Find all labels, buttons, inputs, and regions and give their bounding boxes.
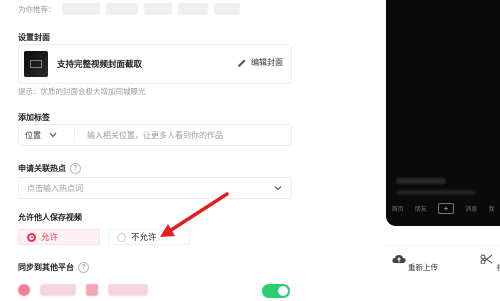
recommend-row: 为你推荐： bbox=[18, 1, 240, 17]
radio-disallow-label: 不允许 bbox=[131, 232, 157, 242]
edit-cover-label: 编辑封面 bbox=[251, 58, 283, 67]
sync-title-text: 同步到其他平台 bbox=[18, 263, 74, 272]
help-icon[interactable]: ? bbox=[70, 163, 81, 174]
edit-cover-button[interactable]: 编辑封面 bbox=[237, 57, 283, 68]
plus-icon: + bbox=[438, 202, 454, 214]
tag-section-title: 添加标签 bbox=[18, 113, 50, 122]
hotspot-select[interactable]: 点击输入热点词 bbox=[18, 177, 292, 199]
tag-input-group: 位置 输入相关位置，让更多人看到你的作品 bbox=[18, 124, 292, 146]
cloud-upload-icon bbox=[392, 255, 406, 263]
platform-name bbox=[108, 284, 148, 296]
preview-caption bbox=[396, 190, 476, 195]
recommend-chip[interactable] bbox=[61, 3, 100, 15]
recommend-label: 为你推荐： bbox=[18, 4, 56, 14]
preview-nav-me: 我 bbox=[488, 206, 495, 213]
platform-logo-icon bbox=[18, 284, 30, 296]
preview-caption bbox=[396, 178, 446, 184]
phone-preview: 首页 朋友 + 消息 我 bbox=[386, 0, 500, 226]
hotspot-section-title: 申请关联热点 ? bbox=[18, 163, 81, 174]
divider bbox=[74, 128, 75, 142]
video-button[interactable]: 视频 bbox=[466, 250, 500, 273]
hotspot-placeholder: 点击输入热点词 bbox=[27, 184, 83, 193]
radio-unchecked-icon bbox=[117, 232, 126, 242]
recommend-chip[interactable] bbox=[213, 3, 240, 15]
cover-tip: 提示：优质的封面会极大增加同城曝光 bbox=[18, 87, 146, 96]
radio-allow[interactable]: 允许 bbox=[18, 229, 100, 245]
save-radio-group: 允许 不允许 bbox=[18, 229, 190, 245]
preview-actions: 重新上传 视频 bbox=[386, 245, 500, 301]
sync-section-title: 同步到其他平台 ? bbox=[18, 262, 89, 273]
platform-logo-icon bbox=[86, 284, 98, 296]
tag-type-select[interactable]: 位置 bbox=[25, 125, 57, 145]
sync-platform-row bbox=[18, 284, 148, 296]
cover-section-title: 设置封面 bbox=[18, 33, 50, 42]
preview-panel: 首页 朋友 + 消息 我 重新上传 视频 bbox=[300, 0, 500, 300]
pencil-icon bbox=[238, 59, 246, 67]
save-section-title: 允许他人保存视频 bbox=[18, 213, 82, 222]
radio-allow-label: 允许 bbox=[41, 232, 59, 242]
reupload-label: 重新上传 bbox=[408, 263, 439, 272]
recommend-chip[interactable] bbox=[177, 3, 208, 15]
reupload-button[interactable]: 重新上传 bbox=[385, 250, 445, 273]
preview-nav-home: 首页 bbox=[391, 206, 404, 213]
preview-nav: 首页 朋友 + 消息 我 bbox=[386, 198, 500, 218]
chevron-down-icon bbox=[274, 186, 282, 191]
scissors-icon bbox=[480, 254, 493, 265]
radio-disallow[interactable]: 不允许 bbox=[108, 229, 190, 245]
recommend-chip[interactable] bbox=[105, 3, 138, 15]
cover-description: 支持完整视频封面截取 bbox=[57, 59, 143, 69]
tag-type-value: 位置 bbox=[25, 130, 41, 140]
recommend-chip[interactable] bbox=[143, 3, 172, 15]
help-icon[interactable]: ? bbox=[78, 262, 89, 273]
upload-settings-panel: 为你推荐： 设置封面 支持完整视频封面截取 编辑封面 提示：优质的封面会极大增加… bbox=[0, 0, 300, 300]
radio-checked-icon bbox=[27, 232, 36, 242]
tag-input[interactable]: 输入相关位置，让更多人看到你的作品 bbox=[87, 130, 223, 141]
preview-nav-messages: 消息 bbox=[465, 206, 478, 213]
preview-nav-friends: 朋友 bbox=[414, 206, 427, 213]
platform-name bbox=[40, 284, 76, 296]
sync-toggle[interactable] bbox=[262, 284, 290, 298]
video-label: 视频 bbox=[497, 263, 500, 272]
cover-card: 支持完整视频封面截取 编辑封面 bbox=[18, 44, 292, 84]
hotspot-title-text: 申请关联热点 bbox=[18, 164, 66, 173]
chevron-down-icon bbox=[49, 132, 57, 138]
cover-thumbnail[interactable] bbox=[24, 51, 48, 77]
